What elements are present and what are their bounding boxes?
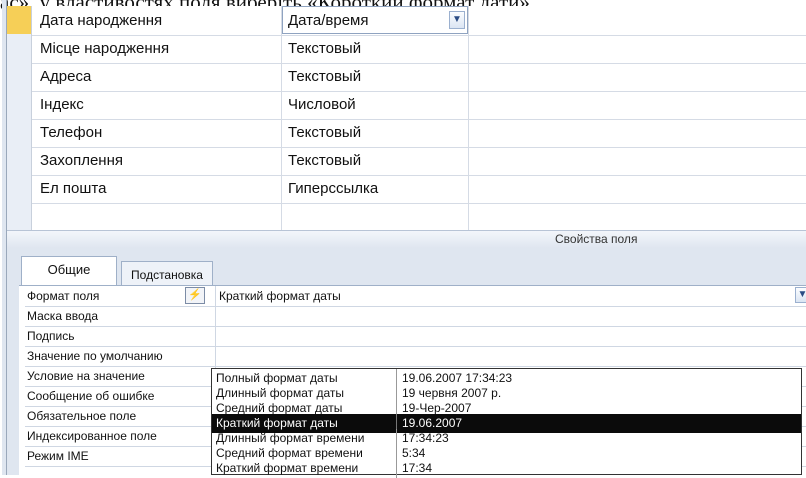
property-label: Подпись [27,326,216,346]
row-selector[interactable] [7,174,32,203]
field-properties-title: Свойства поля [555,232,638,246]
builder-icon[interactable]: ⚡ [185,287,205,304]
format-combo[interactable]: Краткий формат даты ▼ [219,286,806,305]
property-label: Обязательное поле [27,406,216,426]
tab-general[interactable]: Общие [21,256,117,286]
property-value: Краткий формат даты [219,289,341,303]
property-label: Условие на значение [27,366,216,386]
table-row[interactable]: Адреса Текстовый [7,62,806,92]
field-name-cell[interactable]: Адреса [40,62,280,91]
data-type-cell[interactable]: Текстовый [288,34,468,63]
property-row[interactable]: Значение по умолчанию [25,346,806,367]
property-row[interactable]: Маска ввода [25,306,806,327]
data-type-cell[interactable] [288,202,468,231]
field-name-cell[interactable]: Захоплення [40,146,280,175]
data-type-cell[interactable]: Текстовый [288,118,468,147]
property-row[interactable]: Формат поля ⚡ Краткий формат даты ▼ [25,286,806,307]
table-row[interactable]: Захоплення Текстовый [7,146,806,176]
data-type-combo[interactable]: ▼ [282,6,468,34]
table-row[interactable]: Ел пошта Гиперссылка [7,174,806,204]
data-type-cell[interactable]: Текстовый [288,62,468,91]
format-dropdown-list[interactable]: Полный формат даты 19.06.2007 17:34:23 Дли… [211,368,802,478]
field-design-grid: Дата народження Дата/время ▼ Місце народжен… [7,6,806,232]
data-type-cell[interactable]: Гиперссылка [288,174,468,203]
column-divider [396,459,397,478]
row-selector[interactable] [7,6,32,35]
field-properties-header: Свойства поля [7,230,806,249]
property-label: Индексированное поле [27,426,216,446]
format-option-example: 17:34 [402,461,433,475]
row-selector[interactable] [7,62,32,91]
property-label: Сообщение об ошибке [27,386,216,406]
property-row[interactable]: Подпись [25,326,806,347]
data-type-cell[interactable]: Текстовый [288,146,468,175]
row-selector[interactable] [7,34,32,63]
row-selector[interactable] [7,146,32,175]
field-name-cell[interactable]: Телефон [40,118,280,147]
property-label: Режим IME [27,446,216,466]
table-row[interactable]: Місце народження Текстовый [7,34,806,64]
data-type-cell[interactable]: Числовой [288,90,468,119]
format-option-name: Краткий формат времени [216,461,359,475]
property-label: Маска ввода [27,306,216,326]
table-row[interactable]: Телефон Текстовый [7,118,806,148]
row-selector[interactable] [7,90,32,119]
tab-lookup[interactable]: Подстановка [121,261,213,287]
chevron-down-icon[interactable]: ▼ [449,11,465,29]
field-name-cell[interactable]: Індекс [40,90,280,119]
property-label: Значение по умолчанию [27,346,216,366]
field-name-cell[interactable]: Дата народження [40,6,280,35]
row-selector[interactable] [7,118,32,147]
table-row[interactable]: Дата народження Дата/время ▼ [7,6,806,36]
table-row[interactable] [7,202,806,232]
table-row[interactable]: Індекс Числовой [7,90,806,120]
field-name-cell[interactable]: Місце народження [40,34,280,63]
chevron-down-icon[interactable]: ▼ [795,287,806,303]
format-option[interactable]: Краткий формат времени 17:34 [212,459,801,478]
row-selector[interactable] [7,202,32,231]
field-name-cell[interactable] [40,202,280,231]
field-name-cell[interactable]: Ел пошта [40,174,280,203]
